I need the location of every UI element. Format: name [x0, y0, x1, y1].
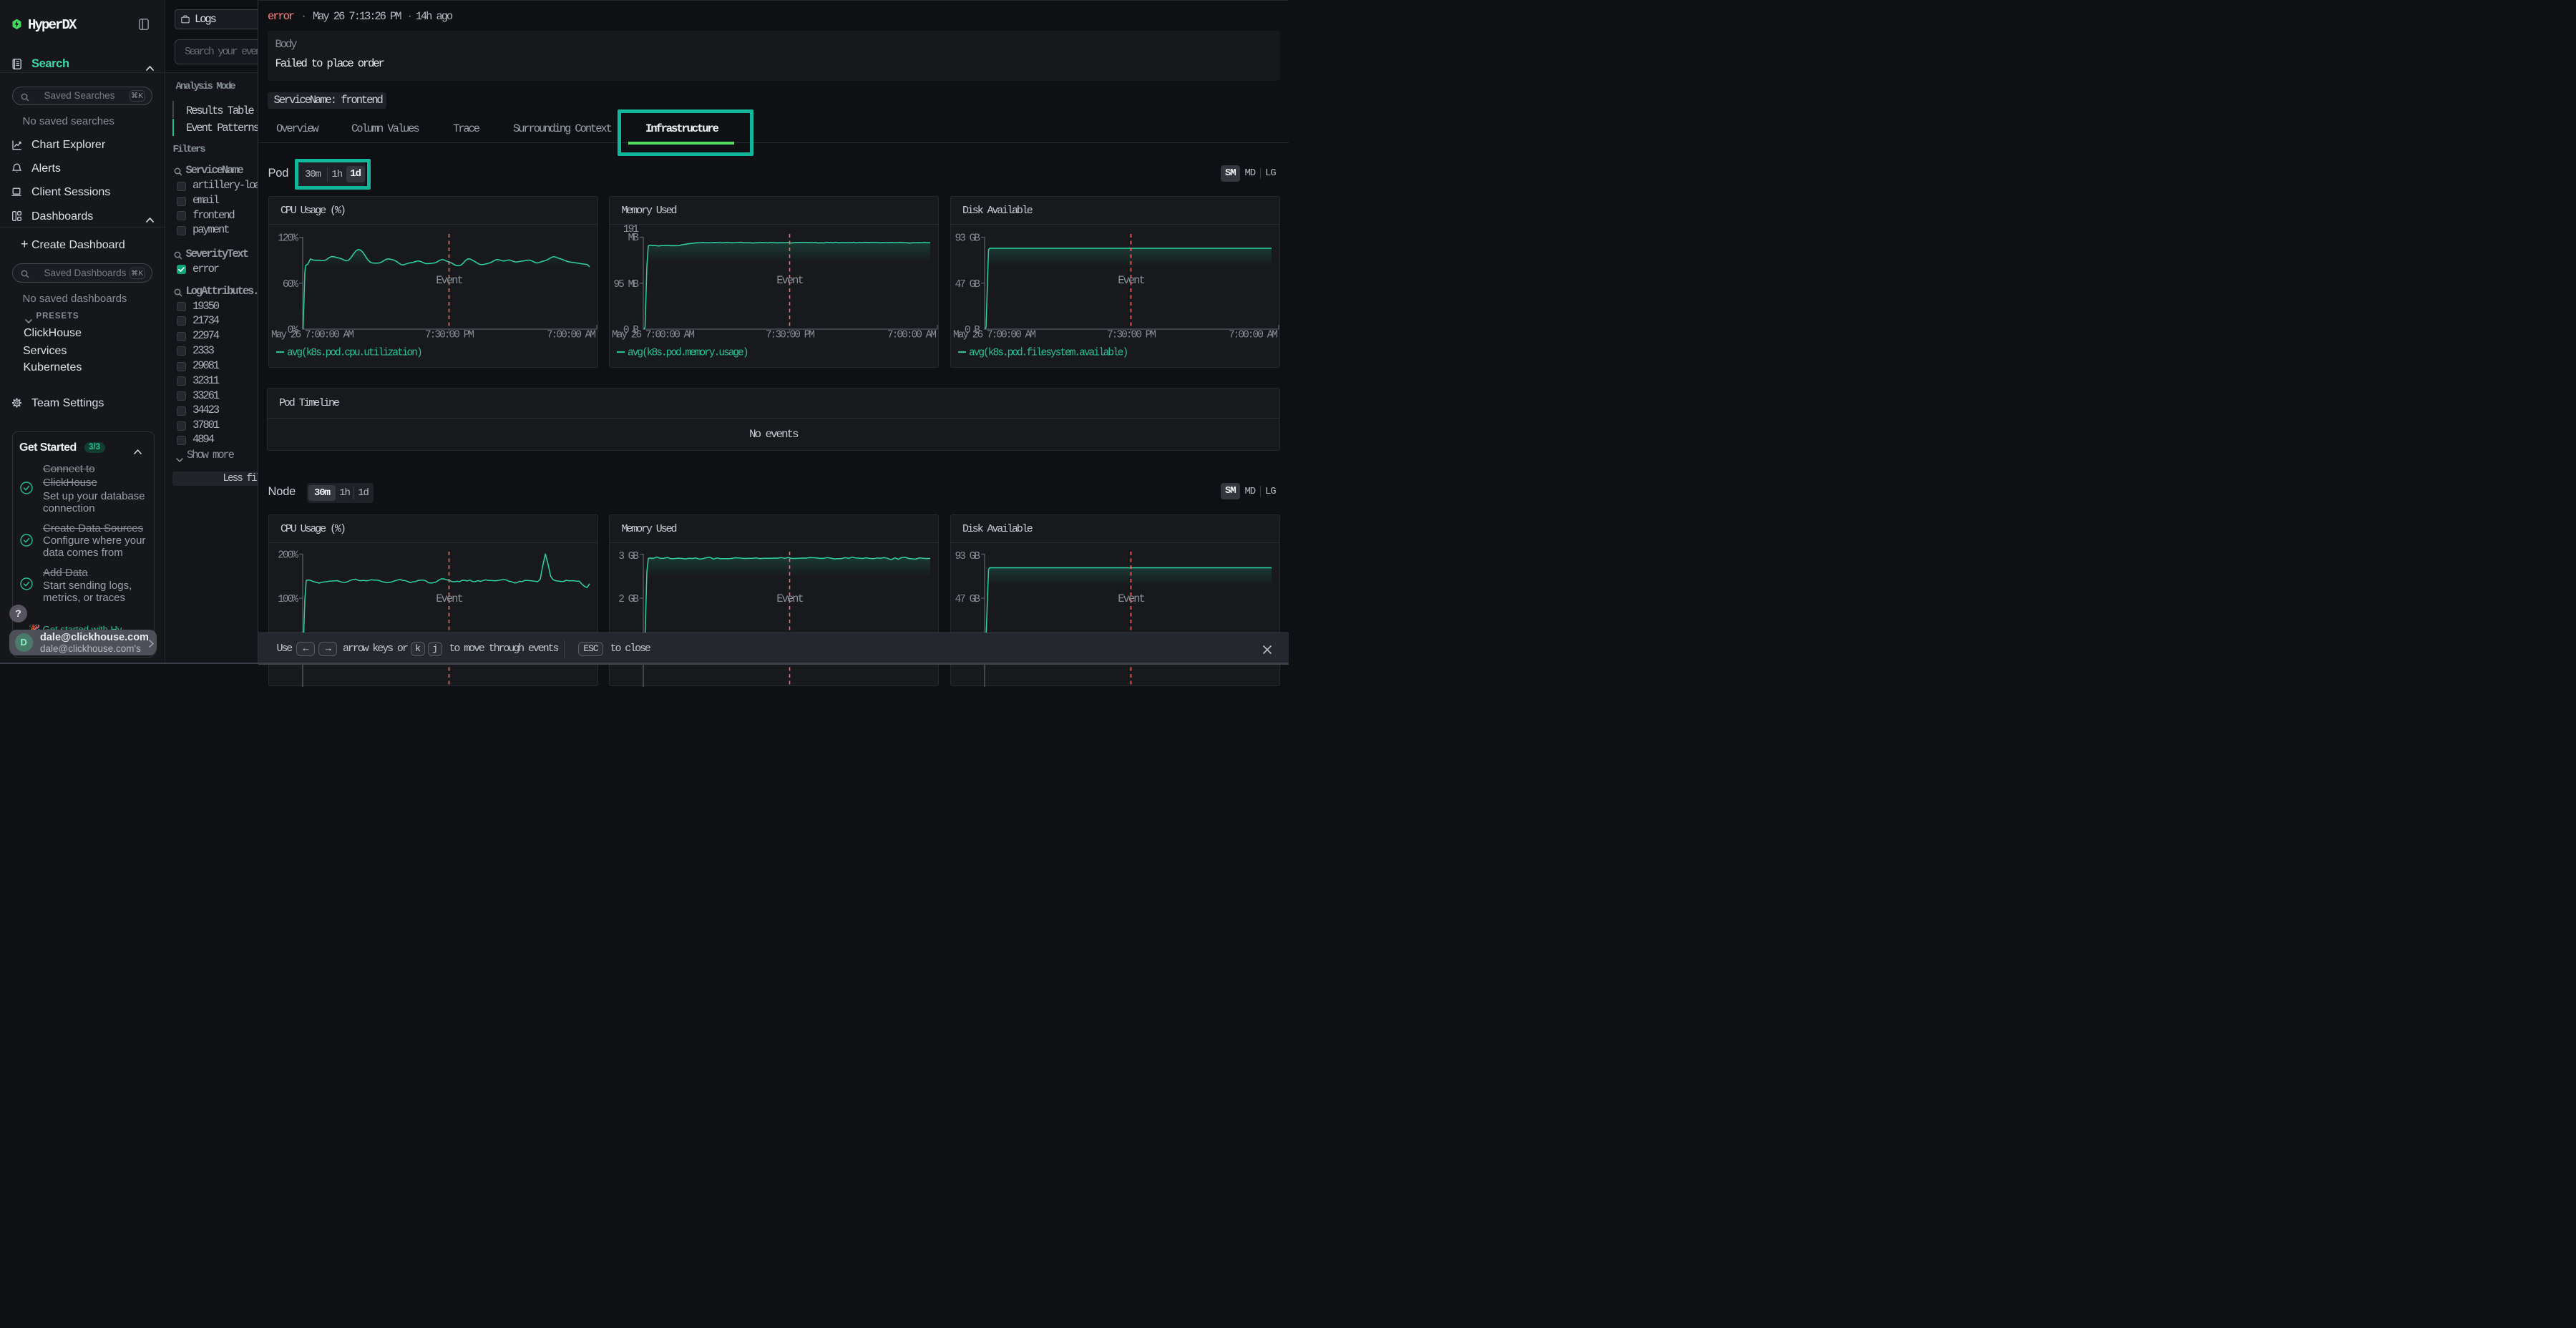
svg-text:7:00:00 AM: 7:00:00 AM: [887, 330, 936, 341]
svg-text:93 GB: 93 GB: [955, 551, 980, 562]
svg-text:Event: Event: [776, 274, 803, 287]
svg-text:93 GB: 93 GB: [955, 233, 980, 245]
svg-text:Event: Event: [436, 274, 462, 287]
svg-text:Event: Event: [776, 592, 803, 605]
svg-text:60%: 60%: [282, 279, 298, 290]
svg-text:Event: Event: [1118, 274, 1144, 287]
svg-text:120%: 120%: [278, 233, 298, 245]
svg-text:200%: 200%: [278, 550, 298, 562]
svg-text:avg(k8s.pod.memory.usage): avg(k8s.pod.memory.usage): [628, 348, 748, 359]
svg-text:May 26 7:00:00 AM: May 26 7:00:00 AM: [953, 330, 1035, 341]
svg-text:May 26 7:00:00 AM: May 26 7:00:00 AM: [271, 330, 353, 341]
svg-text:avg(k8s.pod.cpu.utilization): avg(k8s.pod.cpu.utilization): [287, 348, 421, 359]
svg-text:7:30:00 PM: 7:30:00 PM: [1106, 330, 1155, 341]
svg-text:2 GB: 2 GB: [618, 594, 639, 605]
svg-text:7:30:00 PM: 7:30:00 PM: [766, 330, 814, 341]
svg-text:7:00:00 AM: 7:00:00 AM: [1228, 330, 1277, 341]
svg-text:avg(k8s.pod.filesystem.availab: avg(k8s.pod.filesystem.available): [969, 348, 1127, 359]
svg-text:May 26 7:00:00 AM: May 26 7:00:00 AM: [612, 330, 694, 341]
svg-text:47 GB: 47 GB: [955, 279, 980, 290]
svg-text:7:00:00 AM: 7:00:00 AM: [546, 330, 595, 341]
svg-text:7:30:00 PM: 7:30:00 PM: [424, 330, 473, 341]
svg-text:Event: Event: [436, 592, 462, 605]
svg-text:3 GB: 3 GB: [618, 551, 639, 562]
svg-text:100%: 100%: [278, 594, 298, 605]
svg-text:47 GB: 47 GB: [955, 594, 980, 605]
svg-text:Event: Event: [1118, 592, 1144, 605]
svg-text:MB: MB: [628, 233, 640, 244]
svg-text:95 MB: 95 MB: [613, 279, 639, 290]
